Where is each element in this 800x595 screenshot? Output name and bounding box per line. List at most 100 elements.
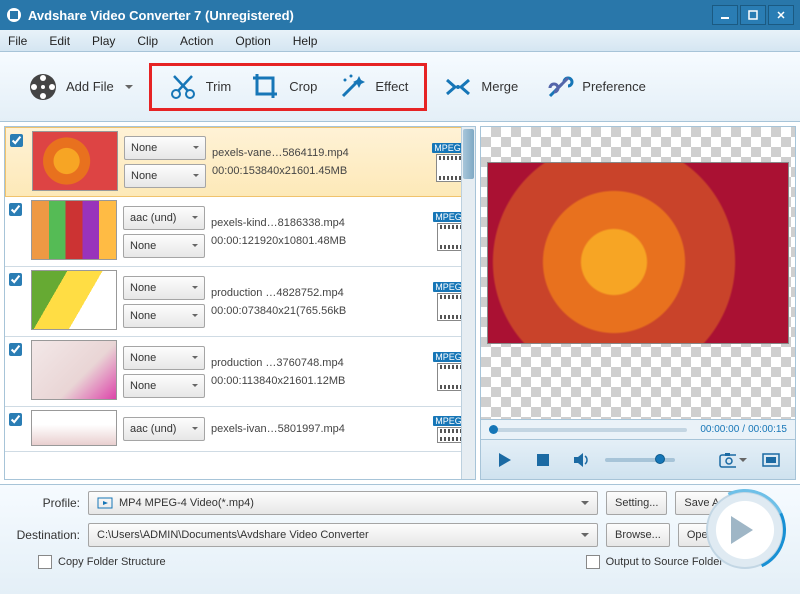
file-checkbox[interactable] <box>9 343 22 356</box>
audio-track-combo[interactable]: None <box>123 346 205 370</box>
menu-play[interactable]: Play <box>92 34 115 48</box>
effect-label: Effect <box>375 79 408 94</box>
maximize-button[interactable] <box>740 5 766 25</box>
convert-button[interactable] <box>706 491 784 569</box>
file-meta: 00:00:121920x10801.48MB <box>211 235 425 247</box>
crop-icon <box>251 72 281 102</box>
file-name: pexels-vane…5864119.mp4 <box>212 147 424 159</box>
add-file-label: Add File <box>66 79 114 94</box>
file-row[interactable]: aac (und) pexels-ivan…5801997.mp4 MPEG4 <box>5 407 475 452</box>
file-thumbnail[interactable] <box>31 410 117 446</box>
titlebar: Avdshare Video Converter 7 (Unregistered… <box>0 0 800 30</box>
menu-clip[interactable]: Clip <box>137 34 158 48</box>
edit-tools-highlight: Trim Crop Effect <box>149 63 428 111</box>
file-thumbnail[interactable] <box>31 200 117 260</box>
file-name: production …3760748.mp4 <box>211 357 425 369</box>
subtitle-track-combo[interactable]: None <box>123 374 205 398</box>
browse-button[interactable]: Browse... <box>606 523 670 547</box>
audio-track-combo[interactable]: aac (und) <box>123 206 205 230</box>
audio-track-combo[interactable]: aac (und) <box>123 417 205 441</box>
profile-label: Profile: <box>10 496 80 510</box>
profile-combo[interactable]: MP4 MPEG-4 Video(*.mp4) <box>88 491 598 515</box>
merge-button[interactable]: Merge <box>433 68 528 106</box>
minimize-button[interactable] <box>712 5 738 25</box>
file-name: pexels-ivan…5801997.mp4 <box>211 423 425 435</box>
subtitle-track-combo[interactable]: None <box>123 304 205 328</box>
magic-wand-icon <box>337 72 367 102</box>
volume-slider[interactable] <box>605 458 675 462</box>
file-list-scrollbar[interactable] <box>461 127 475 479</box>
audio-track-combo[interactable]: None <box>123 276 205 300</box>
preference-button[interactable]: Preference <box>534 68 656 106</box>
bottom-panel: Profile: MP4 MPEG-4 Video(*.mp4) Setting… <box>0 484 800 594</box>
file-row[interactable]: aac (und) None pexels-kind…8186338.mp4 0… <box>5 197 475 267</box>
preview-frame <box>487 162 789 344</box>
menu-file[interactable]: File <box>8 34 27 48</box>
scissors-icon <box>168 72 198 102</box>
trim-button[interactable]: Trim <box>158 68 242 106</box>
snapshot-button[interactable] <box>719 448 747 472</box>
file-checkbox[interactable] <box>9 203 22 216</box>
fullscreen-button[interactable] <box>757 448 785 472</box>
toolbar: Add File Trim Crop Effect Merge Preferen… <box>0 52 800 122</box>
menubar: File Edit Play Clip Action Option Help <box>0 30 800 52</box>
destination-combo[interactable]: C:\Users\ADMIN\Documents\Avdshare Video … <box>88 523 598 547</box>
chevron-down-icon <box>125 85 133 93</box>
seek-slider[interactable] <box>489 428 687 432</box>
preference-label: Preference <box>582 79 646 94</box>
time-bar: 00:00:00 / 00:00:15 <box>480 420 796 440</box>
copy-folder-checkbox[interactable]: Copy Folder Structure <box>38 555 166 569</box>
volume-icon[interactable] <box>567 448 595 472</box>
file-meta: 00:00:113840x21601.12MB <box>211 375 425 387</box>
scrollbar-thumb[interactable] <box>463 129 474 179</box>
app-icon <box>6 7 22 23</box>
file-thumbnail[interactable] <box>31 270 117 330</box>
effect-button[interactable]: Effect <box>327 68 418 106</box>
file-row[interactable]: None None production …4828752.mp4 00:00:… <box>5 267 475 337</box>
video-file-icon <box>436 154 464 182</box>
seek-knob[interactable] <box>489 425 498 434</box>
destination-label: Destination: <box>10 528 80 542</box>
menu-help[interactable]: Help <box>293 34 318 48</box>
main-area: None None pexels-vane…5864119.mp4 00:00:… <box>0 122 800 484</box>
film-reel-icon <box>28 72 58 102</box>
crop-label: Crop <box>289 79 317 94</box>
subtitle-track-combo[interactable]: None <box>123 234 205 258</box>
play-icon <box>731 516 767 544</box>
output-source-checkbox[interactable]: Output to Source Folder <box>586 555 723 569</box>
file-name: pexels-kind…8186338.mp4 <box>211 217 425 229</box>
setting-button[interactable]: Setting... <box>606 491 667 515</box>
trim-label: Trim <box>206 79 232 94</box>
stop-button[interactable] <box>529 448 557 472</box>
file-list: None None pexels-vane…5864119.mp4 00:00:… <box>4 126 476 480</box>
video-icon <box>97 496 113 510</box>
file-checkbox[interactable] <box>9 273 22 286</box>
subtitle-track-combo[interactable]: None <box>124 164 206 188</box>
time-total: 00:00:15 <box>748 424 787 435</box>
preview-panel: 00:00:00 / 00:00:15 <box>480 126 796 480</box>
file-row[interactable]: None None pexels-vane…5864119.mp4 00:00:… <box>5 127 475 197</box>
file-checkbox[interactable] <box>9 413 22 426</box>
preview-controls <box>480 440 796 480</box>
chevron-down-icon <box>739 458 747 466</box>
file-checkbox[interactable] <box>10 134 23 147</box>
file-meta: 00:00:073840x21(765.56kB <box>211 305 425 317</box>
menu-action[interactable]: Action <box>180 34 213 48</box>
merge-icon <box>443 72 473 102</box>
tools-icon <box>544 72 574 102</box>
file-thumbnail[interactable] <box>32 131 118 191</box>
menu-edit[interactable]: Edit <box>49 34 70 48</box>
file-thumbnail[interactable] <box>31 340 117 400</box>
play-button[interactable] <box>491 448 519 472</box>
file-meta: 00:00:153840x21601.45MB <box>212 165 424 177</box>
close-button[interactable] <box>768 5 794 25</box>
crop-button[interactable]: Crop <box>241 68 327 106</box>
audio-track-combo[interactable]: None <box>124 136 206 160</box>
volume-knob[interactable] <box>655 454 665 464</box>
add-file-button[interactable]: Add File <box>18 68 143 106</box>
menu-option[interactable]: Option <box>235 34 270 48</box>
preview-viewport[interactable] <box>480 126 796 420</box>
file-row[interactable]: None None production …3760748.mp4 00:00:… <box>5 337 475 407</box>
merge-label: Merge <box>481 79 518 94</box>
window-title: Avdshare Video Converter 7 (Unregistered… <box>28 8 710 23</box>
